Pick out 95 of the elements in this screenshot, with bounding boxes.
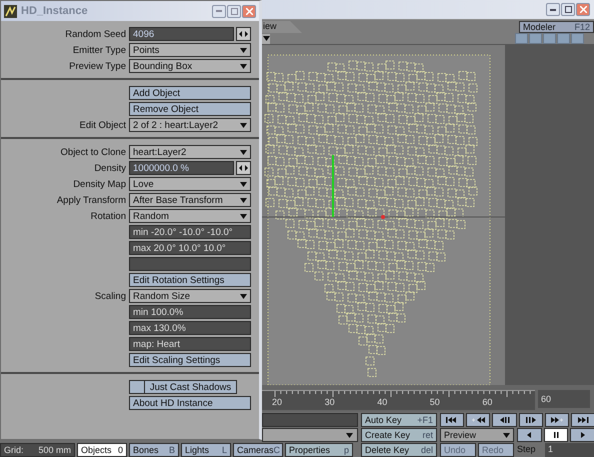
minimize-button[interactable] bbox=[546, 3, 560, 16]
step-field[interactable]: 1 bbox=[545, 443, 594, 457]
frame-number: 20 bbox=[272, 397, 284, 407]
dropdown-caret-icon bbox=[240, 122, 247, 128]
key-button[interactable]: Delete Key del bbox=[361, 443, 437, 457]
viewport-tab[interactable]: iew bbox=[262, 21, 302, 33]
item-dropdown[interactable] bbox=[262, 428, 358, 442]
left-right-arrows-icon bbox=[239, 31, 248, 37]
field-label: Rotation bbox=[90, 210, 127, 222]
transport-button[interactable] bbox=[440, 413, 464, 427]
grid-readout[interactable]: Grid: 500 mm bbox=[0, 443, 75, 457]
dropdown[interactable]: Points bbox=[129, 43, 251, 57]
toggle-button[interactable]: Just Cast Shadows bbox=[145, 380, 237, 394]
item-type-tab[interactable]: CamerasC bbox=[233, 443, 283, 457]
transport-button[interactable] bbox=[570, 413, 594, 427]
readout-field: max 130.0% bbox=[129, 321, 251, 335]
transport-button[interactable] bbox=[466, 413, 490, 427]
last-icon bbox=[576, 416, 590, 424]
field-label: Density bbox=[93, 162, 127, 174]
minimize-icon bbox=[550, 8, 556, 10]
playback-button[interactable] bbox=[544, 428, 568, 442]
field-label: Edit Object bbox=[78, 120, 127, 130]
frame-number: 30 bbox=[324, 397, 336, 407]
dropdown[interactable]: Love bbox=[129, 177, 251, 191]
step-label: Step bbox=[517, 443, 537, 456]
item-type-tab[interactable]: Bones B bbox=[129, 443, 179, 457]
readout-field: min -20.0° -10.0° -10.0° bbox=[129, 225, 251, 239]
field-label: Emitter Type bbox=[72, 44, 127, 56]
frame-number: 60 bbox=[482, 397, 494, 407]
field-label: Random Seed bbox=[64, 28, 127, 40]
next-key-icon bbox=[550, 416, 564, 424]
transport-button[interactable] bbox=[518, 413, 543, 427]
properties-button[interactable]: Properties p bbox=[285, 443, 353, 457]
checkbox[interactable] bbox=[129, 380, 145, 394]
field-label: Apply Transform bbox=[56, 194, 127, 206]
dropdown-caret-icon bbox=[240, 64, 247, 68]
dropdown[interactable]: Bounding Box bbox=[129, 59, 251, 73]
close-icon bbox=[246, 8, 252, 14]
dropdown-caret-icon bbox=[262, 36, 270, 41]
dropdown[interactable]: 2 of 2 : heart:Layer2 bbox=[129, 118, 251, 132]
close-button[interactable] bbox=[242, 4, 256, 18]
field-label: Preview Type bbox=[68, 60, 127, 72]
close-icon bbox=[580, 6, 586, 13]
maximize-button[interactable] bbox=[561, 3, 575, 16]
item-type-tab[interactable]: Objects 0 bbox=[77, 443, 127, 457]
dropdown[interactable]: heart:Layer2 bbox=[129, 145, 251, 159]
readout-field: map: Heart bbox=[129, 337, 251, 351]
dropdown-caret-icon bbox=[240, 150, 247, 154]
transport-button[interactable] bbox=[492, 413, 517, 427]
timeline-ruler[interactable]: 20 30 40 50 60 bbox=[262, 390, 535, 410]
left-right-arrows-icon bbox=[239, 165, 248, 171]
dropdown-caret-icon bbox=[240, 294, 247, 298]
spin-button[interactable] bbox=[236, 27, 251, 41]
item-type-tab[interactable]: Lights L bbox=[181, 443, 231, 457]
step-forward-icon bbox=[524, 416, 538, 424]
dropdown-caret-icon bbox=[240, 48, 247, 52]
panel-button[interactable]: About HD Instance bbox=[129, 396, 251, 410]
frame-number: 50 bbox=[430, 397, 441, 407]
transport-button[interactable] bbox=[544, 413, 569, 427]
playback-button[interactable] bbox=[570, 428, 594, 442]
dropdown[interactable]: After Base Transform bbox=[129, 193, 251, 207]
number-field[interactable]: 4096 bbox=[129, 27, 234, 41]
view-dropdown[interactable] bbox=[262, 34, 270, 44]
end-frame-field[interactable]: 60 bbox=[538, 390, 590, 408]
spin-button[interactable] bbox=[236, 161, 251, 175]
current-item-field[interactable] bbox=[262, 413, 358, 427]
maximize-icon bbox=[230, 8, 238, 14]
playback-button[interactable] bbox=[517, 428, 542, 442]
minimize-icon bbox=[216, 10, 222, 12]
modeler-button[interactable]: Modeler F12 bbox=[519, 21, 594, 33]
dropdown-caret-icon bbox=[240, 182, 247, 186]
prev-key-icon bbox=[471, 416, 486, 424]
dropdown[interactable]: Random Size bbox=[129, 289, 251, 303]
key-button[interactable]: Auto Key +F1 bbox=[361, 413, 437, 427]
maximize-icon bbox=[564, 6, 572, 13]
panel-button[interactable]: Add Object bbox=[129, 86, 251, 100]
panel-button[interactable]: Edit Rotation Settings bbox=[129, 273, 251, 287]
frame-number: 40 bbox=[377, 397, 388, 407]
field-label: Scaling bbox=[94, 290, 127, 302]
number-field[interactable]: 1000000.0 % bbox=[129, 161, 234, 175]
readout-field: max 20.0° 10.0° 10.0° bbox=[129, 241, 251, 255]
dropdown-caret-icon bbox=[346, 432, 353, 438]
window-title: HD_Instance bbox=[21, 5, 88, 17]
app-logo-icon bbox=[4, 4, 17, 18]
dropdown[interactable]: Random bbox=[129, 209, 251, 223]
panel-button[interactable]: Remove Object bbox=[129, 102, 251, 116]
dropdown-caret-icon bbox=[240, 214, 247, 218]
key-button[interactable]: Create Key ret bbox=[361, 428, 437, 442]
dropdown-caret-icon bbox=[503, 432, 510, 438]
panel-button[interactable]: Edit Scaling Settings bbox=[129, 353, 251, 367]
field-label: Object to Clone bbox=[60, 146, 127, 158]
dropdown-caret-icon bbox=[240, 198, 247, 202]
readout-field: min 100.0% bbox=[129, 305, 251, 319]
preview-dropdown[interactable]: Preview bbox=[440, 428, 514, 442]
field-label: Density Map bbox=[72, 178, 127, 190]
